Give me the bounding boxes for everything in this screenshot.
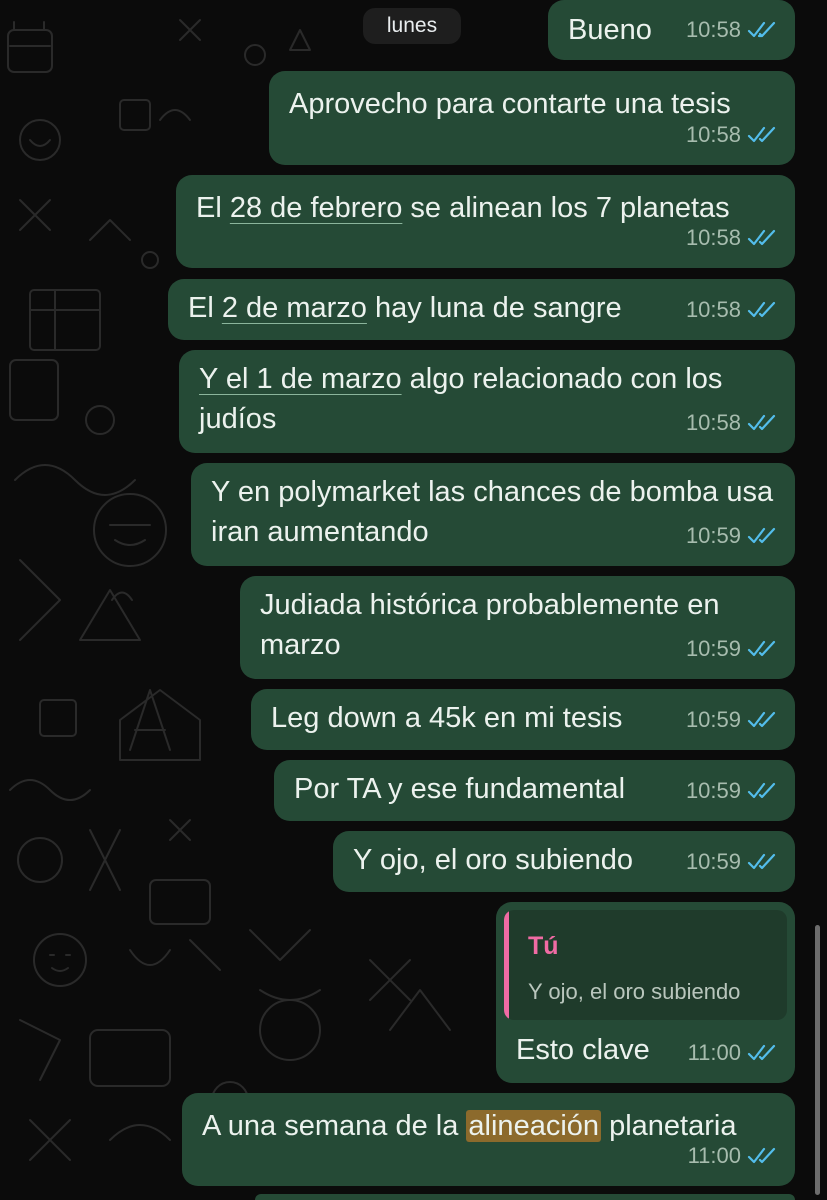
double-check-icon	[747, 21, 776, 38]
double-check-icon	[747, 1147, 776, 1164]
double-check-icon	[747, 1044, 776, 1061]
outgoing-message-partial[interactable]	[255, 1194, 795, 1200]
message-meta: 10:58	[686, 290, 777, 330]
outgoing-message[interactable]: Y en polymarket las chances de bomba usa…	[191, 463, 795, 566]
double-check-icon	[747, 301, 776, 318]
day-divider-chip: lunes	[363, 8, 461, 44]
message-time: 10:59	[685, 778, 741, 803]
message-text: Esto clave	[516, 1034, 650, 1066]
double-check-icon	[747, 711, 776, 728]
message-meta: 10:59	[686, 842, 777, 882]
message-time: 10:58	[685, 17, 741, 42]
scrollbar[interactable]	[815, 925, 820, 1195]
outgoing-message[interactable]: A una semana de la alineación planetaria…	[182, 1093, 795, 1186]
message-meta: 10:59	[686, 516, 777, 556]
message-meta: 10:58	[686, 403, 777, 443]
message-meta: 10:59	[686, 700, 777, 740]
message-meta: 10:59	[686, 771, 777, 811]
message-meta: 10:58	[686, 218, 777, 258]
double-check-icon	[747, 782, 776, 799]
outgoing-message[interactable]: El 2 de marzo hay luna de sangre 10:58	[168, 279, 795, 340]
message-time: 11:00	[687, 1040, 741, 1065]
quoted-author: Tú	[528, 932, 559, 960]
outgoing-message[interactable]: Bueno 10:58	[548, 0, 795, 60]
outgoing-message[interactable]: Y ojo, el oro subiendo 10:59	[333, 831, 795, 892]
quoted-message[interactable]: Tú Y ojo, el oro subiendo	[504, 910, 787, 1020]
date-link[interactable]: 2 de marzo	[222, 292, 367, 324]
message-meta: 10:59	[686, 629, 777, 669]
quote-accent-bar	[504, 910, 509, 1020]
double-check-icon	[747, 527, 776, 544]
double-check-icon	[747, 853, 776, 870]
double-check-icon	[747, 126, 776, 143]
message-meta: 11:00	[688, 1136, 777, 1176]
outgoing-message[interactable]: Por TA y ese fundamental 10:59	[274, 760, 795, 821]
message-meta: 11:00	[688, 1033, 777, 1073]
outgoing-reply-message[interactable]: Tú Y ojo, el oro subiendo Esto clave 11:…	[496, 902, 795, 1083]
message-time: 10:59	[685, 636, 741, 661]
message-time: 10:58	[685, 122, 741, 147]
message-time: 10:59	[685, 849, 741, 874]
message-time: 10:58	[685, 225, 741, 250]
message-meta: 10:58	[686, 115, 777, 155]
date-link[interactable]: 28 de febrero	[230, 192, 403, 224]
outgoing-message[interactable]: Aprovecho para contarte una tesis 10:58	[269, 71, 795, 165]
message-time: 10:58	[685, 410, 741, 435]
search-highlight: alineación	[466, 1110, 602, 1142]
double-check-icon	[747, 414, 776, 431]
message-time: 11:00	[687, 1143, 741, 1168]
double-check-icon	[747, 640, 776, 657]
outgoing-message[interactable]: Leg down a 45k en mi tesis 10:59	[251, 689, 795, 750]
message-meta: 10:58	[686, 10, 777, 50]
message-time: 10:58	[685, 297, 741, 322]
outgoing-message[interactable]: Judiada histórica probablemente en marzo…	[240, 576, 795, 679]
outgoing-message[interactable]: Y el 1 de marzo algo relacionado con los…	[179, 350, 795, 453]
date-link[interactable]: Y el 1 de marzo	[199, 363, 402, 395]
message-time: 10:59	[685, 707, 741, 732]
quoted-text: Y ojo, el oro subiendo	[528, 979, 741, 1004]
double-check-icon	[747, 229, 776, 246]
outgoing-message[interactable]: El 28 de febrero se alinean los 7 planet…	[176, 175, 795, 268]
message-time: 10:59	[685, 523, 741, 548]
